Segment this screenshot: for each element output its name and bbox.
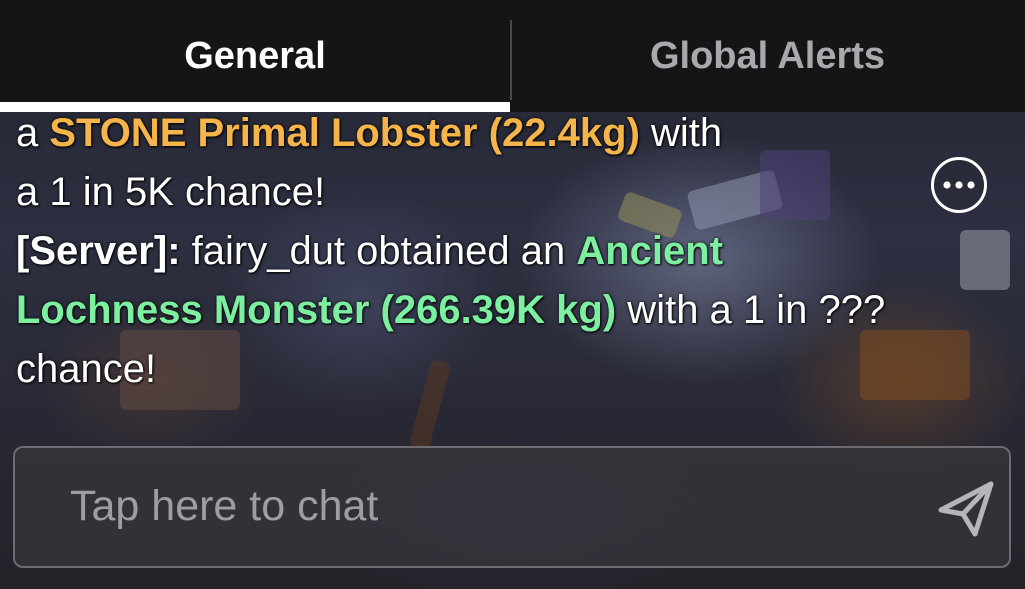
- message-text: a: [16, 112, 50, 155]
- chat-window: General Global Alerts a STONE Primal Lob…: [0, 0, 1025, 589]
- item-highlight: STONE Primal Lobster (22.4kg): [49, 112, 640, 155]
- tab-divider: [510, 20, 512, 100]
- tab-global-alerts[interactable]: Global Alerts: [510, 0, 1025, 112]
- message-text: with: [639, 112, 723, 155]
- chat-input-placeholder: Tap here to chat: [70, 482, 379, 530]
- active-tab-indicator: [0, 102, 510, 112]
- chat-messages: a STONE Primal Lobster (22.4kg) with a 1…: [16, 112, 886, 399]
- tab-general-label: General: [184, 34, 326, 77]
- tab-global-alerts-label: Global Alerts: [649, 34, 886, 77]
- chat-input[interactable]: Tap here to chat: [13, 446, 1011, 568]
- message-sender: [Server]:: [16, 229, 181, 273]
- message-text: a 1 in 5K chance!: [16, 170, 326, 214]
- send-icon: [938, 481, 994, 537]
- tab-general[interactable]: General: [0, 0, 510, 112]
- tab-bar: General Global Alerts: [0, 0, 1025, 112]
- chat-log[interactable]: a STONE Primal Lobster (22.4kg) with a 1…: [0, 112, 900, 432]
- more-options-button[interactable]: [931, 157, 987, 213]
- send-button[interactable]: [933, 476, 999, 542]
- chat-message: a STONE Primal Lobster (22.4kg) with a 1…: [16, 112, 886, 222]
- ellipsis-icon: [943, 181, 975, 189]
- message-text: fairy_dut obtained an: [180, 229, 577, 273]
- chat-message: [Server]: fairy_dut obtained an Ancient …: [16, 222, 886, 399]
